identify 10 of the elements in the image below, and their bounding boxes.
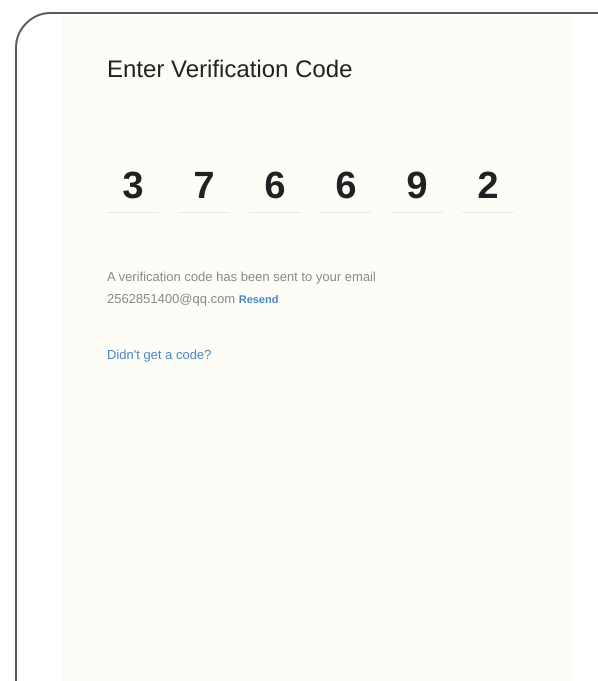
code-digit-field[interactable]: 2: [462, 164, 514, 213]
code-digit-field[interactable]: 7: [178, 164, 230, 213]
code-digit-field[interactable]: 9: [391, 164, 443, 213]
verification-message: A verification code has been sent to your email 2562851400@qq.com Resend: [107, 268, 377, 308]
help-link[interactable]: Didn't get a code?: [107, 347, 212, 362]
code-digit-field[interactable]: 6: [249, 164, 301, 213]
dialog-title: Enter Verification Code: [107, 55, 354, 85]
code-digit-field[interactable]: 3: [107, 164, 159, 213]
code-digit-field[interactable]: 6: [320, 164, 372, 213]
resend-link[interactable]: Resend: [238, 294, 278, 306]
